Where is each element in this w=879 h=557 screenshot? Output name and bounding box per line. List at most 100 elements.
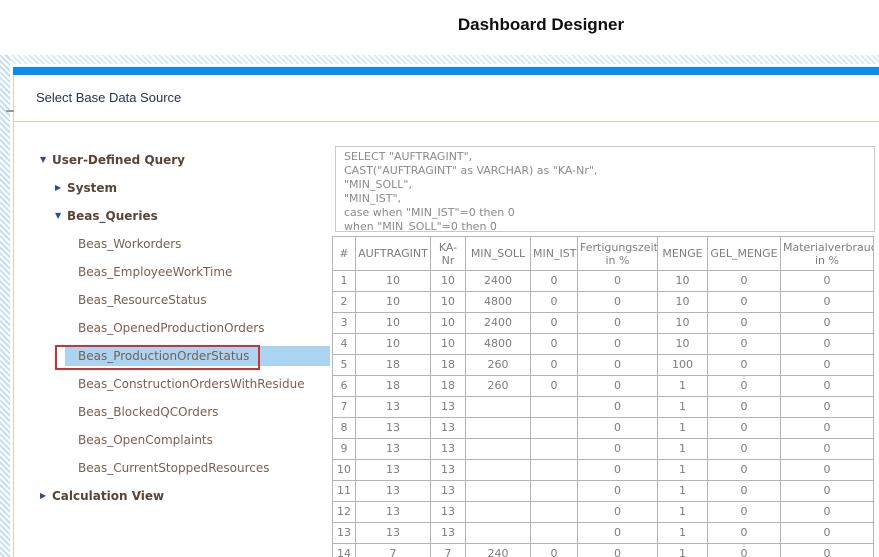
- table-cell: 0: [531, 544, 578, 557]
- data-source-tree: ▼User-Defined Query▶System▼Beas_QueriesB…: [36, 146, 330, 510]
- expand-arrow-icon[interactable]: ▶: [55, 184, 67, 192]
- tree-item-beas-opencomplaints[interactable]: Beas_OpenComplaints: [36, 426, 330, 454]
- table-cell: 10: [658, 271, 708, 292]
- sql-preview[interactable]: SELECT "AUFTRAGINT", CAST("AUFTRAGINT" a…: [335, 146, 875, 232]
- table-cell: 0: [781, 397, 874, 418]
- table-cell: 7: [333, 397, 356, 418]
- tree-item-beas-currentstoppedresources[interactable]: Beas_CurrentStoppedResources: [36, 454, 330, 482]
- table-cell: 10: [333, 460, 356, 481]
- table-cell: 2400: [466, 271, 531, 292]
- table-cell: 0: [578, 523, 658, 544]
- table-cell: 0: [708, 481, 781, 502]
- table-row: 1313130100: [333, 523, 874, 544]
- table-cell: 4800: [466, 334, 531, 355]
- table-cell: 4800: [466, 292, 531, 313]
- table-cell: 12: [333, 502, 356, 523]
- tree-item-beas-openedproductionorders[interactable]: Beas_OpenedProductionOrders: [36, 314, 330, 342]
- table-cell: 13: [356, 397, 431, 418]
- table-row: 110102400001000: [333, 271, 874, 292]
- table-cell: 0: [781, 481, 874, 502]
- table-cell: 0: [708, 334, 781, 355]
- table-cell: 7: [356, 544, 431, 557]
- table-cell: 0: [578, 544, 658, 557]
- accent-bar: [13, 67, 879, 75]
- table-cell: 14: [333, 544, 356, 557]
- tree-item-label: User-Defined Query: [52, 153, 185, 167]
- table-cell: 0: [578, 502, 658, 523]
- table-cell: 9: [333, 439, 356, 460]
- table-cell: 10: [658, 313, 708, 334]
- table-cell: 13: [356, 460, 431, 481]
- table-cell: 13: [356, 418, 431, 439]
- table-cell: 2: [333, 292, 356, 313]
- table-cell: 0: [578, 313, 658, 334]
- table-cell: [466, 502, 531, 523]
- splitter-handle[interactable]: [6, 110, 14, 112]
- table-cell: [531, 418, 578, 439]
- table-cell: 10: [431, 271, 466, 292]
- table-cell: 0: [531, 271, 578, 292]
- tree-item-beas-blockedqcorders[interactable]: Beas_BlockedQCOrders: [36, 398, 330, 426]
- table-cell: 0: [531, 313, 578, 334]
- left-stripe-border: [0, 55, 10, 557]
- tree-item-beas-constructionorderswithresidue[interactable]: Beas_ConstructionOrdersWithResidue: [36, 370, 330, 398]
- table-cell: 10: [658, 292, 708, 313]
- table-cell: [466, 439, 531, 460]
- table-cell: 0: [708, 355, 781, 376]
- table-cell: 0: [708, 523, 781, 544]
- collapse-arrow-icon[interactable]: ▼: [40, 156, 52, 164]
- table-cell: [531, 439, 578, 460]
- table-row: 913130100: [333, 439, 874, 460]
- collapse-arrow-icon[interactable]: ▼: [55, 212, 67, 220]
- table-cell: 0: [781, 418, 874, 439]
- tree-item-beas-queries[interactable]: ▼Beas_Queries: [36, 202, 330, 230]
- table-cell: 0: [781, 439, 874, 460]
- table-cell: 0: [578, 418, 658, 439]
- table-cell: 10: [431, 313, 466, 334]
- table-cell: 0: [578, 271, 658, 292]
- tree-item-beas-employeeworktime[interactable]: Beas_EmployeeWorkTime: [36, 258, 330, 286]
- table-cell: 10: [431, 334, 466, 355]
- table-row: 1013130100: [333, 460, 874, 481]
- tree-item-label: Beas_OpenComplaints: [78, 433, 213, 447]
- table-cell: 0: [578, 334, 658, 355]
- table-cell: 0: [708, 271, 781, 292]
- table-cell: 13: [431, 397, 466, 418]
- table-row: 518182600010000: [333, 355, 874, 376]
- table-cell: 0: [578, 292, 658, 313]
- table-cell: 0: [781, 544, 874, 557]
- table-cell: [466, 418, 531, 439]
- page-title: Dashboard Designer: [458, 15, 624, 35]
- tree-item-label: Beas_Queries: [67, 209, 158, 223]
- table-cell: 8: [333, 418, 356, 439]
- tree-item-user-defined-query[interactable]: ▼User-Defined Query: [36, 146, 330, 174]
- table-cell: 1: [658, 523, 708, 544]
- table-cell: 0: [708, 292, 781, 313]
- table-cell: 7: [431, 544, 466, 557]
- table-cell: 240: [466, 544, 531, 557]
- tree-item-beas-resourcestatus[interactable]: Beas_ResourceStatus: [36, 286, 330, 314]
- table-cell: 13: [431, 502, 466, 523]
- table-cell: 0: [781, 523, 874, 544]
- table-cell: 10: [356, 334, 431, 355]
- table-cell: [531, 502, 578, 523]
- table-cell: 4: [333, 334, 356, 355]
- tree-item-system[interactable]: ▶System: [36, 174, 330, 202]
- table-cell: 0: [781, 292, 874, 313]
- table-cell: 13: [431, 460, 466, 481]
- tree-item-beas-productionorderstatus[interactable]: Beas_ProductionOrderStatus: [36, 342, 330, 370]
- table-cell: 0: [531, 292, 578, 313]
- table-cell: 0: [578, 481, 658, 502]
- table-cell: 0: [531, 355, 578, 376]
- table-row: 310102400001000: [333, 313, 874, 334]
- table-cell: 13: [431, 481, 466, 502]
- table-cell: 13: [431, 439, 466, 460]
- table-cell: 13: [356, 439, 431, 460]
- tree-item-label: Calculation View: [52, 489, 164, 503]
- column-header: #: [333, 237, 356, 271]
- expand-arrow-icon[interactable]: ▶: [40, 492, 52, 500]
- table-row: 1213130100: [333, 502, 874, 523]
- tree-item-calculation-view[interactable]: ▶Calculation View: [36, 482, 330, 510]
- tree-item-beas-workorders[interactable]: Beas_Workorders: [36, 230, 330, 258]
- table-cell: 0: [781, 271, 874, 292]
